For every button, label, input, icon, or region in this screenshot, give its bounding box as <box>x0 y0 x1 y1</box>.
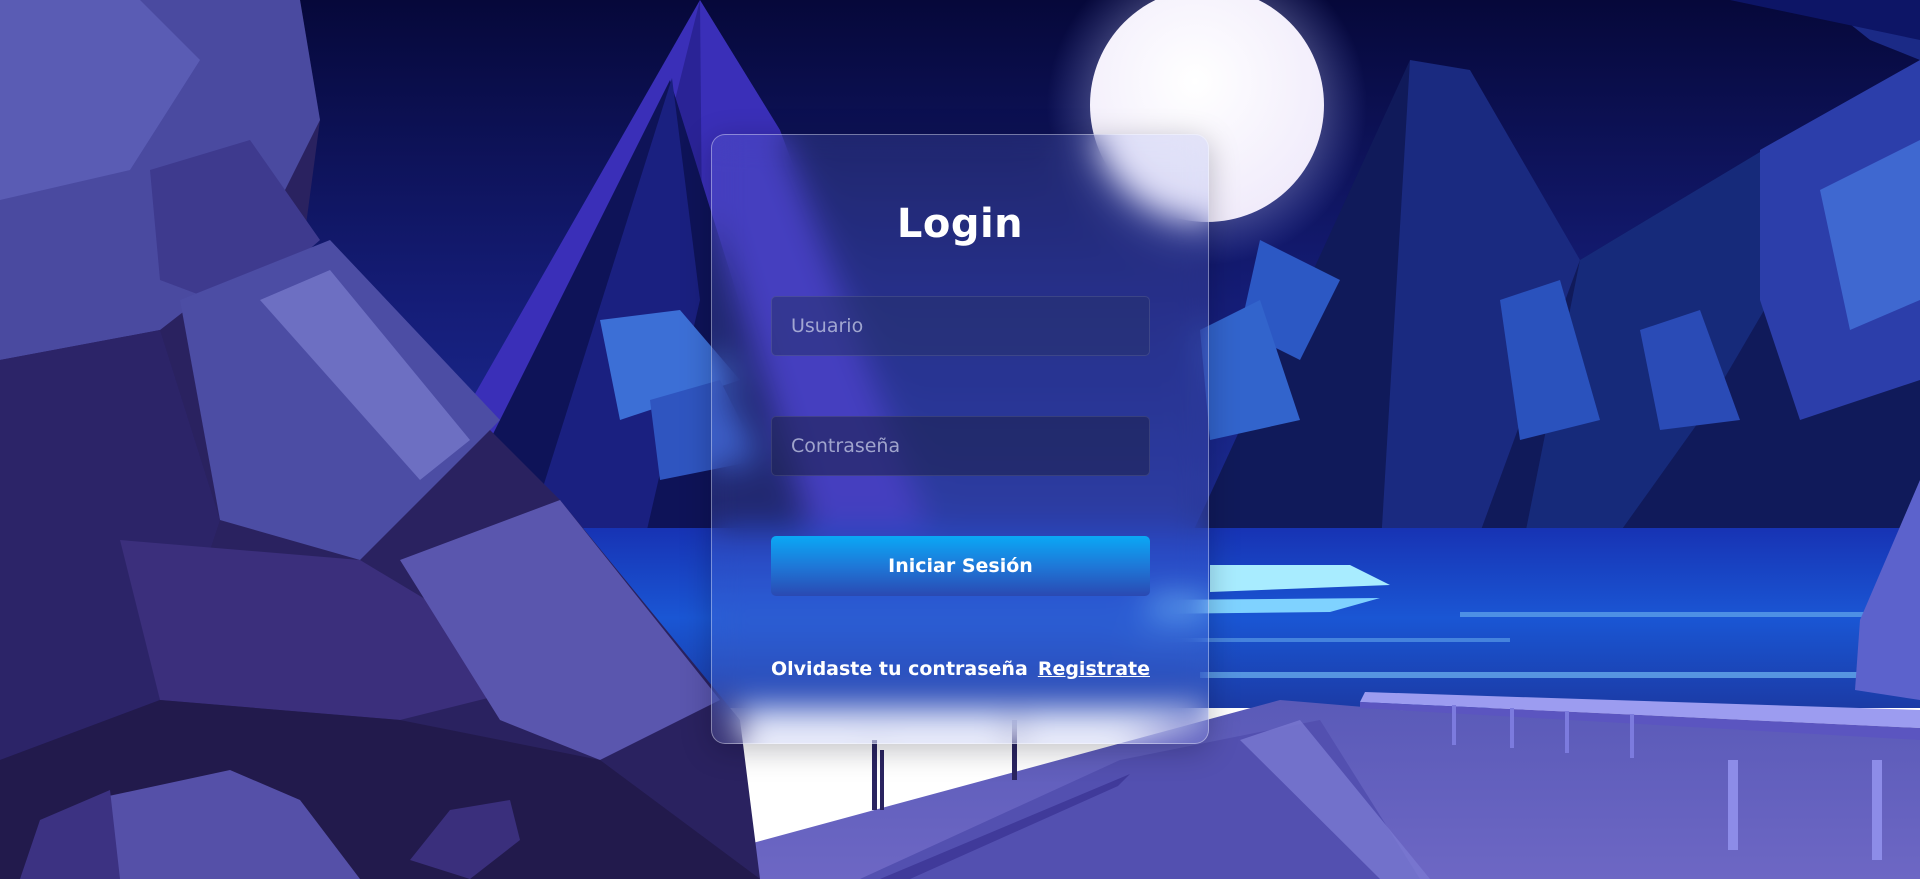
register-link[interactable]: Registrate <box>1038 658 1150 680</box>
login-button[interactable]: Iniciar Sesión <box>771 536 1150 596</box>
login-card: Login Iniciar Sesión Olvidaste tu contra… <box>711 134 1209 744</box>
forgot-password-link[interactable]: Olvidaste tu contraseña <box>771 658 1028 680</box>
login-links: Olvidaste tu contraseña Registrate <box>771 658 1150 680</box>
username-input[interactable] <box>771 296 1150 356</box>
login-title: Login <box>896 201 1024 247</box>
password-input[interactable] <box>771 416 1150 476</box>
